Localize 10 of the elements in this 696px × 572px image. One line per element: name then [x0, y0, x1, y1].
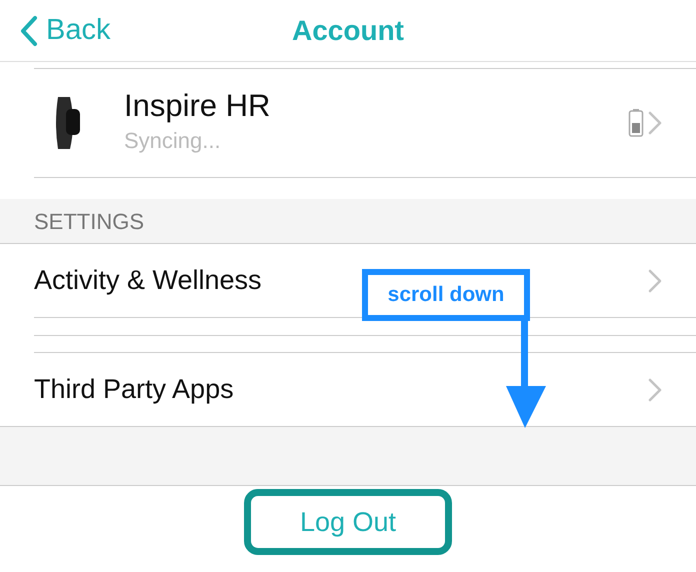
sync-status: Syncing... [124, 126, 222, 155]
chevron-icon [648, 378, 662, 402]
chevron-icon [648, 268, 662, 292]
back-chevron-icon [20, 14, 38, 46]
section-header: SETTINGS [0, 199, 696, 244]
device-name: Inspire HR [124, 89, 272, 124]
chevron-icon [648, 111, 662, 135]
battery-icon [628, 108, 644, 138]
annotation-label: scroll down [362, 269, 530, 321]
page-title: Account [292, 14, 404, 46]
